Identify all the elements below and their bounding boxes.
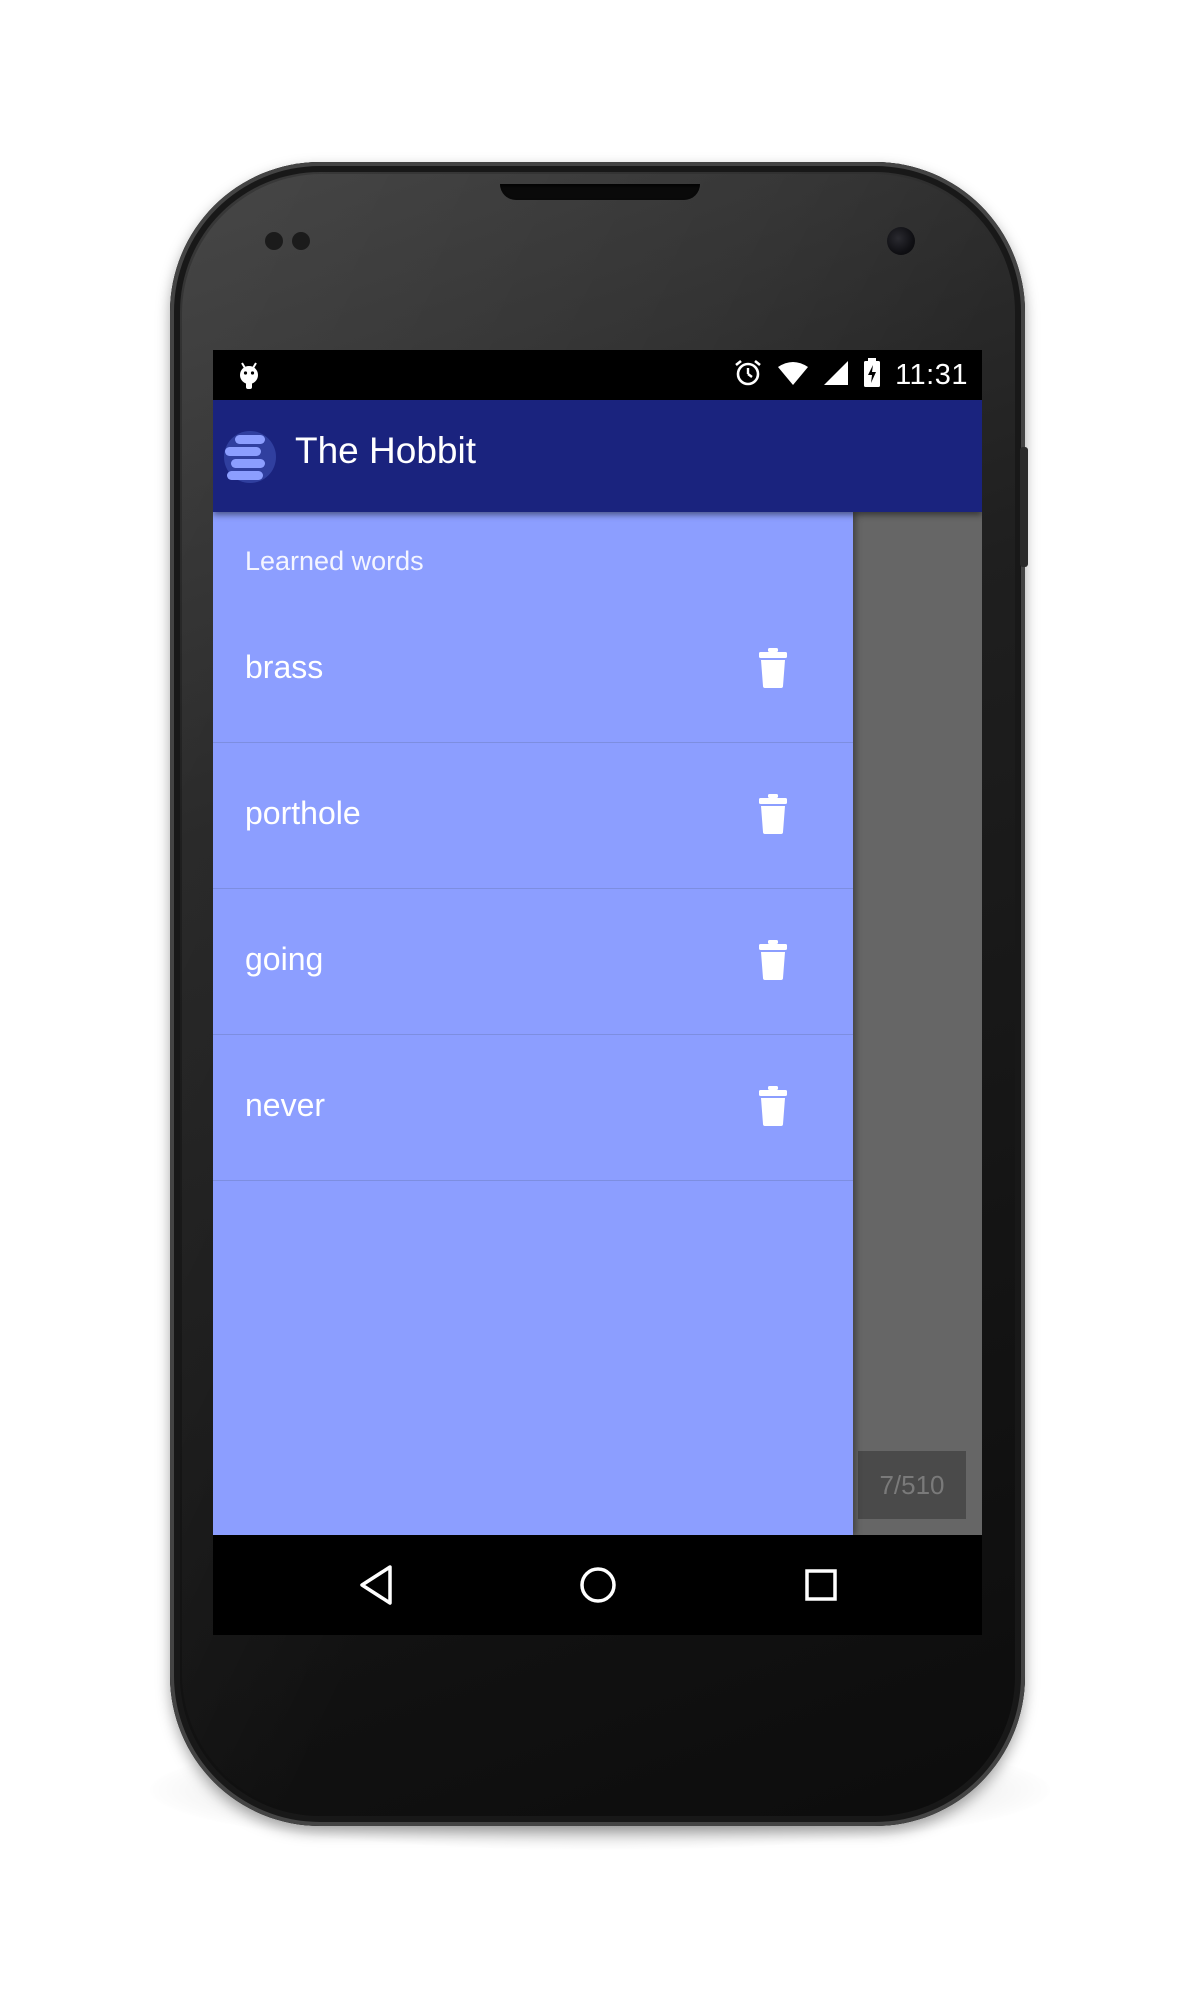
home-icon[interactable] [572, 1559, 624, 1611]
word-list-item[interactable]: never [213, 1035, 853, 1181]
page-counter[interactable]: 7/510 [858, 1451, 966, 1519]
word-list-item[interactable]: going [213, 889, 853, 1035]
alarm-icon [733, 358, 763, 392]
power-button [1020, 447, 1028, 567]
word-list-item[interactable]: porthole [213, 743, 853, 889]
phone-screen: 11:31 The Hobbit ndeot quites allandst o… [213, 350, 982, 1635]
trash-icon[interactable] [745, 786, 801, 842]
light-sensor [292, 232, 310, 250]
word-list-item[interactable]: brass [213, 597, 853, 743]
word-label: brass [245, 649, 324, 685]
word-label: porthole [245, 795, 361, 831]
back-icon[interactable] [350, 1559, 402, 1611]
trash-icon[interactable] [745, 1078, 801, 1134]
android-debug-icon [237, 360, 261, 394]
system-nav-bar [213, 1535, 982, 1635]
earpiece-speaker [500, 184, 700, 200]
device-mockup-scene: 11:31 The Hobbit ndeot quites allandst o… [0, 0, 1195, 1994]
learned-words-list: brass porthole going never [213, 597, 853, 1181]
wifi-icon [777, 360, 809, 390]
word-label: never [245, 1087, 326, 1123]
battery-charging-icon [863, 358, 881, 392]
cell-signal-icon [823, 360, 849, 390]
learned-words-drawer: Learned words brass porthole going never [213, 512, 853, 1535]
proximity-sensor [265, 232, 283, 250]
front-camera [887, 227, 915, 255]
drawer-header: Learned words [245, 546, 424, 576]
recents-icon[interactable] [795, 1559, 847, 1611]
word-label: going [245, 941, 324, 977]
status-bar: 11:31 [213, 350, 982, 400]
app-title: The Hobbit [295, 430, 476, 471]
app-bar: The Hobbit [213, 400, 982, 512]
trash-icon[interactable] [745, 932, 801, 988]
stacked-books-logo-icon[interactable] [221, 427, 279, 485]
status-time: 11:31 [895, 358, 968, 391]
trash-icon[interactable] [745, 640, 801, 696]
